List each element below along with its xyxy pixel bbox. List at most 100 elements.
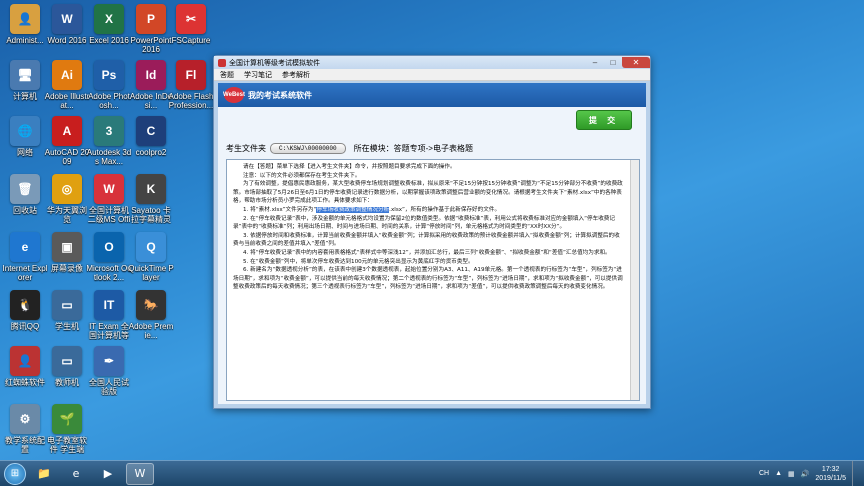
desktop-app-icon: W <box>94 174 124 204</box>
path-label: 考生文件夹 <box>226 143 266 153</box>
desktop-icon[interactable]: e Internet Explorer <box>2 232 48 282</box>
desktop-icon-label: 教学系统配置 <box>5 436 45 454</box>
desktop-app-icon: 🐎 <box>136 290 166 320</box>
desktop-icon[interactable]: 🗑 回收站 <box>2 174 48 224</box>
desktop-icon-label: Adobe Premie... <box>128 322 174 340</box>
start-button[interactable]: ⊞ <box>4 462 26 485</box>
desktop-app-icon: A <box>52 116 82 146</box>
desktop-icon[interactable]: Q QuickTime Player <box>128 232 174 282</box>
question-text-area[interactable]: 请在【答题】菜单下选择【进入考生文件夹】命令，并按照题目要求完成下面的操作。 注… <box>226 159 640 401</box>
desktop-icon[interactable]: 👤 红蜘蛛软件 <box>2 346 48 396</box>
desktop-app-icon: 🌱 <box>52 404 82 434</box>
question-paragraph: 请在【答题】菜单下选择【进入考生文件夹】命令，并按照题目要求完成下面的操作。 <box>243 164 456 170</box>
desktop-app-icon: 🐧 <box>10 290 40 320</box>
volume-icon[interactable]: 🔊 <box>801 470 810 478</box>
desktop-icon[interactable]: ▭ 学生机 <box>44 290 90 340</box>
desktop-app-icon: Fl <box>176 60 206 90</box>
taskbar-media-app[interactable]: ▶ <box>94 463 122 485</box>
desktop-app-icon: P <box>136 4 166 34</box>
taskbar-explorer-app[interactable]: 📁 <box>30 463 58 485</box>
desktop-app-icon: 👤 <box>10 4 40 34</box>
desktop-icon[interactable]: 👤 Administ... <box>2 4 48 54</box>
desktop-icon-label: 计算机 <box>13 92 37 101</box>
desktop-icon[interactable]: ✒ 全国人民试验版 <box>86 346 132 396</box>
desktop-icon[interactable]: ✂ FSCapture <box>168 4 214 54</box>
exam-folder-path-button[interactable]: C:\KSWJ\00000000 <box>270 142 346 154</box>
question-paragraph: 注意：以下的文件必须都保存在考生文件夹下。 <box>243 172 361 179</box>
desktop-icon-label: 华为天翼浏览 <box>47 206 87 224</box>
banner-title: 我的考试系统软件 <box>248 90 312 100</box>
submit-button[interactable]: 提 交 <box>576 110 632 130</box>
close-button[interactable]: ✕ <box>622 57 650 68</box>
desktop-icon[interactable]: ◎ 华为天翼浏览 <box>44 174 90 224</box>
desktop-icon-label: 红蜘蛛软件 <box>5 378 45 387</box>
desktop-icon-label: Adobe Flash Profession... <box>168 92 214 110</box>
clock-time: 17:32 <box>821 465 840 473</box>
desktop-icon[interactable]: W Word 2016 <box>44 4 90 54</box>
question-paragraph: 1. 将“素材.xlsx”文件另存为“停车场收费政策调整情况分析.xlsx”，所… <box>243 206 501 213</box>
desktop-icon-label: Autodesk 3ds Max... <box>86 148 132 166</box>
module-label: 所在模块：答题专项->电子表格题 <box>353 143 473 153</box>
menu-study-notes[interactable]: 学习笔记 <box>244 70 272 80</box>
desktop-icon[interactable]: ⚙ 教学系统配置 <box>2 404 48 454</box>
desktop-icon[interactable]: ▭ 教师机 <box>44 346 90 396</box>
menu-bar: 答题 学习笔记 参考解析 <box>214 69 650 81</box>
desktop-icon-label: AutoCAD 2009 <box>44 148 90 166</box>
question-paragraph: 为了有效调整，提倡惠民惠政服务，某大型收费停车场规划调整收费标准，拟从原来“不足… <box>233 181 623 205</box>
desktop-icon[interactable]: X Excel 2016 <box>86 4 132 54</box>
desktop-icon[interactable]: Ps Adobe Photosh... <box>86 60 132 110</box>
exam-banner: WeBest 我的考试系统软件 <box>218 83 646 107</box>
desktop-app-icon: 👤 <box>10 346 40 376</box>
desktop-app-icon: ▭ <box>52 346 82 376</box>
desktop-icon-label: coolpro2 <box>135 148 167 157</box>
desktop-icon[interactable]: Fl Adobe Flash Profession... <box>168 60 214 110</box>
window-content: WeBest 我的考试系统软件 提 交 考生文件夹 C:\KSWJ\000000… <box>218 83 646 404</box>
desktop-icon[interactable]: 🌱 电子教室软件 学生端 <box>44 404 90 454</box>
question-paragraph: 4. 将“停车收费记录”表中的内容套用表格格式“表样式中等深浅12”，并添加汇总… <box>243 249 611 256</box>
desktop-app-icon: W <box>52 4 82 34</box>
desktop-icon[interactable]: IT IT Exam 全国计算机等级考试... <box>86 290 132 340</box>
desktop-icon[interactable]: W 全国计算机二级MS Offic... <box>86 174 132 224</box>
desktop-app-icon: Ai <box>52 60 82 90</box>
window-titlebar[interactable]: 全国计算机等级考试模拟软件 – □ ✕ <box>214 56 650 69</box>
clock[interactable]: 17:32 2019/11/5 <box>815 465 846 483</box>
desktop-icon-label: Microsoft Outlook 2... <box>86 264 132 282</box>
desktop-icon[interactable]: 3 Autodesk 3ds Max... <box>86 116 132 166</box>
desktop-icon-label: 回收站 <box>13 206 37 215</box>
menu-answer[interactable]: 答题 <box>220 70 234 80</box>
desktop-icon[interactable]: 🐧 腾讯QQ <box>2 290 48 340</box>
desktop-icon[interactable]: K Sayatoo 卡拉字幕精灵 <box>128 174 174 224</box>
webest-logo-icon: WeBest <box>223 87 245 103</box>
desktop-icon[interactable]: Ccoolpro2 <box>128 116 174 166</box>
show-desktop-button[interactable] <box>852 460 860 486</box>
desktop-app-icon: Q <box>136 232 166 262</box>
network-icon[interactable]: ▦ <box>788 470 795 478</box>
minimize-button[interactable]: – <box>586 57 604 68</box>
desktop-app-icon: ▣ <box>52 232 82 262</box>
tray-arrow-icon[interactable]: ▲ <box>775 470 782 477</box>
menu-reference[interactable]: 参考解析 <box>282 70 310 80</box>
desktop-icon-label: 电子教室软件 学生端 <box>47 436 87 454</box>
taskbar-exam-app[interactable]: W <box>126 462 154 485</box>
desktop-app-icon: ⚙ <box>10 404 40 434</box>
desktop-icon[interactable]: A AutoCAD 2009 <box>44 116 90 166</box>
desktop-icon[interactable]: 🐎 Adobe Premie... <box>128 290 174 340</box>
desktop-icon[interactable]: Ai Adobe Illustrat... <box>44 60 90 110</box>
desktop-icon[interactable]: 🌐 网络 <box>2 116 48 166</box>
desktop-icon-label: IT Exam 全国计算机等级考试... <box>89 322 129 340</box>
exam-software-window: 全国计算机等级考试模拟软件 – □ ✕ 答题 学习笔记 参考解析 WeBest … <box>213 55 651 409</box>
maximize-button[interactable]: □ <box>604 57 622 68</box>
vertical-scrollbar[interactable] <box>630 160 639 400</box>
desktop-icon[interactable]: O Microsoft Outlook 2... <box>86 232 132 282</box>
selected-text-highlight: 停车场收费政策调整情况分析 <box>316 206 390 213</box>
language-indicator[interactable]: CH <box>759 470 769 477</box>
desktop-app-icon: C <box>136 116 166 146</box>
taskbar-ie-app[interactable]: e <box>62 463 90 485</box>
desktop-icon-grid: 👤 Administ... W Word 2016 X Excel 2016 P PowerP… <box>0 0 214 460</box>
question-paragraph: 6. 新建名为“数据透视分析”的表，在该表中创建3个数据透视表，起始位置分别为A… <box>233 267 623 291</box>
desktop-icon[interactable]: 🖥 计算机 <box>2 60 48 110</box>
desktop-icon[interactable]: ▣ 屏幕录像 <box>44 232 90 282</box>
desktop-icon-label: 教师机 <box>55 378 79 387</box>
desktop-icon-label: FSCapture <box>171 36 211 45</box>
desktop-app-icon: 🌐 <box>10 116 40 146</box>
